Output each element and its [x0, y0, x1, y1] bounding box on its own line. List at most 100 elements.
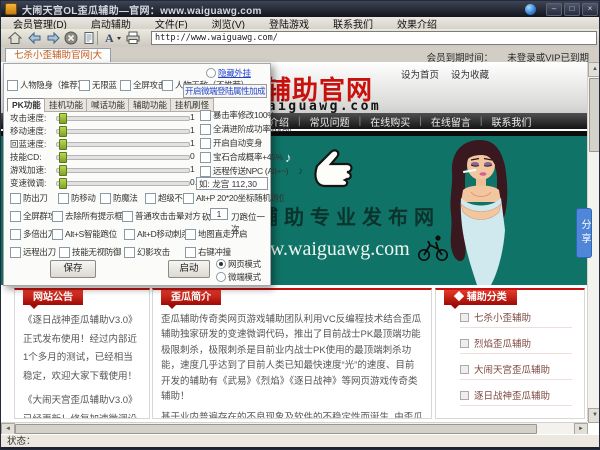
- attr-boost-link[interactable]: 开启微端登陆属性加成: [183, 84, 267, 98]
- thumbs-up-icon: [301, 144, 359, 192]
- nav-message[interactable]: 在线留言: [431, 114, 471, 129]
- checkbox-auto-transform[interactable]: 开启自动变身: [200, 137, 262, 149]
- mode-radio-micro[interactable]: 微端模式: [216, 271, 261, 283]
- share-button[interactable]: 分享: [576, 208, 592, 258]
- hide-plugin-radio[interactable]: 隐藏外挂: [206, 67, 251, 79]
- checkbox-icon: [52, 211, 63, 222]
- game-speed-slider[interactable]: [56, 168, 190, 173]
- slider-handle[interactable]: [59, 113, 67, 124]
- attack-speed-slider[interactable]: [56, 116, 190, 121]
- speed-finetune-slider[interactable]: [56, 181, 190, 186]
- category-link[interactable]: 烈焰歪瓜辅助: [460, 336, 572, 354]
- checkbox-teleport-npc[interactable]: 远程传送NPC (Alt+~): [200, 165, 288, 177]
- checkbox-aoe[interactable]: 全屏群攻: [10, 210, 56, 222]
- npc-coords-input[interactable]: [196, 177, 268, 190]
- mode-radio-web[interactable]: 网页模式: [216, 258, 261, 270]
- status-bar: 状态：: [1, 434, 600, 447]
- checkbox-anti-magic[interactable]: 防魔法: [100, 192, 138, 204]
- checkbox-ignore-defense[interactable]: 技能无视防御: [59, 246, 121, 258]
- minimize-button[interactable]: –: [546, 3, 562, 16]
- checkbox-fullscreen-attack[interactable]: 全屏攻击: [120, 79, 166, 91]
- checkbox-upgrade-100[interactable]: 全满进阶成功率100%: [200, 123, 291, 135]
- move-speed-slider[interactable]: [56, 129, 190, 134]
- vertical-scroll-thumb[interactable]: [589, 78, 600, 152]
- maximize-button[interactable]: □: [564, 3, 580, 16]
- checkbox-icon: [10, 229, 21, 240]
- checkbox-infinite-mana[interactable]: 无限蓝: [79, 79, 117, 91]
- app-icon: [5, 3, 17, 15]
- url-input[interactable]: [151, 31, 597, 45]
- browser-toolbar: A: [1, 29, 600, 48]
- nav-buy[interactable]: 在线购买: [370, 114, 410, 129]
- slider-handle[interactable]: [59, 139, 67, 150]
- set-favorite-link[interactable]: 设为收藏: [451, 67, 489, 81]
- kan-count-input[interactable]: [210, 208, 228, 220]
- slider-label: 游戏加速:: [10, 164, 56, 176]
- slider-handle[interactable]: [59, 126, 67, 137]
- checkbox-anti-move[interactable]: 防移动: [58, 192, 96, 204]
- panel-tab-shout[interactable]: 喊话功能: [86, 98, 130, 112]
- forward-icon[interactable]: [45, 30, 61, 46]
- checkbox-right-click-charge[interactable]: 右键冲撞: [185, 246, 231, 258]
- checkbox-ranged-blade[interactable]: 远程出刀: [10, 246, 56, 258]
- checkbox-icon: [58, 193, 69, 204]
- checkbox-icon: [52, 229, 63, 240]
- mana-regen-slider[interactable]: [56, 142, 190, 147]
- checkbox-phantom-attack[interactable]: 幻影攻击: [124, 246, 170, 258]
- checkbox-icon: [79, 80, 90, 91]
- checkbox-move-assassinate[interactable]: Alt+D移动刺杀: [124, 228, 189, 240]
- horizontal-scroll-thumb[interactable]: [15, 424, 537, 434]
- set-home-link[interactable]: 设为首页: [401, 67, 439, 81]
- horizontal-scrollbar[interactable]: ◄ ►: [1, 422, 587, 434]
- checkbox-smart-run[interactable]: Alt+S智能跑位: [52, 228, 117, 240]
- slider-handle[interactable]: [59, 178, 67, 189]
- announcement-paragraph: 《大闹天宫歪瓜辅助V3.0》已经更新！修复加速微调设置和砸强化石功能！: [23, 392, 141, 419]
- print-icon[interactable]: [125, 30, 141, 46]
- scroll-left-arrow[interactable]: ◄: [1, 423, 15, 434]
- radio-icon: [206, 68, 216, 78]
- font-icon[interactable]: A: [103, 30, 123, 46]
- intro-box-title: 歪瓜简介: [161, 290, 221, 305]
- close-button[interactable]: ×: [582, 3, 598, 16]
- category-link[interactable]: 七杀小歪辅助: [460, 310, 572, 328]
- checkbox-crit-100[interactable]: 暴击率修改100%: [200, 109, 275, 121]
- scroll-down-arrow[interactable]: ▼: [588, 408, 600, 423]
- checkbox-multi-blade[interactable]: 多倍出刀: [10, 228, 56, 240]
- scroll-up-arrow[interactable]: ▲: [588, 62, 600, 77]
- checkbox-stun-attack[interactable]: 普通攻击击晕对方: [122, 210, 201, 222]
- panel-tab-pk[interactable]: PK功能: [7, 98, 46, 112]
- tab-strip: 七杀小歪辅助官网|大 会员到期时间： 未登录或VIP已到期: [1, 47, 600, 62]
- tab-main[interactable]: 七杀小歪辅助官网|大: [5, 48, 111, 63]
- category-link[interactable]: 逐日战神歪瓜辅助: [460, 388, 572, 406]
- checkbox-random-run[interactable]: Alt+P 20*20坐标随机跑位: [183, 192, 284, 204]
- nav-contact[interactable]: 联系我们: [491, 114, 531, 129]
- checkbox-icon: [200, 138, 211, 149]
- slider-handle[interactable]: [59, 165, 67, 176]
- scroll-right-arrow[interactable]: ►: [574, 423, 588, 434]
- panel-tab-afk[interactable]: 挂机功能: [44, 98, 88, 112]
- nav-separator: |: [298, 116, 301, 127]
- checkbox-anti-blade[interactable]: 防出刀: [10, 192, 48, 204]
- panel-tab-assist[interactable]: 辅助功能: [128, 98, 172, 112]
- refresh-page-icon[interactable]: [81, 30, 97, 46]
- nav-faq[interactable]: 常见问题: [310, 114, 350, 129]
- skin-ball-button[interactable]: [525, 4, 536, 15]
- stop-icon[interactable]: [63, 30, 79, 46]
- checkbox-map-walk[interactable]: 地图直走开启: [185, 228, 247, 240]
- back-icon[interactable]: [27, 30, 43, 46]
- checkbox-icon: [124, 229, 135, 240]
- checkbox-gem-rate[interactable]: 宝石合成概率+45%: [200, 151, 283, 163]
- skill-cd-slider[interactable]: [56, 155, 190, 160]
- category-link[interactable]: 大闹天宫歪瓜辅助: [460, 362, 572, 380]
- bullet-icon: [460, 339, 469, 348]
- checkbox-icon: [185, 247, 196, 258]
- launch-button[interactable]: 启动: [168, 260, 210, 278]
- bullet-icon: [460, 391, 469, 400]
- checkbox-icon: [200, 110, 211, 121]
- slider-handle[interactable]: [59, 152, 67, 163]
- checkbox-remove-popups[interactable]: 去除所有提示框: [52, 210, 122, 222]
- checkbox-invisible[interactable]: 人物隐身（推荐）: [7, 79, 86, 91]
- save-button[interactable]: 保存: [50, 260, 96, 278]
- home-icon[interactable]: [7, 30, 23, 46]
- checkbox-icon: [120, 80, 131, 91]
